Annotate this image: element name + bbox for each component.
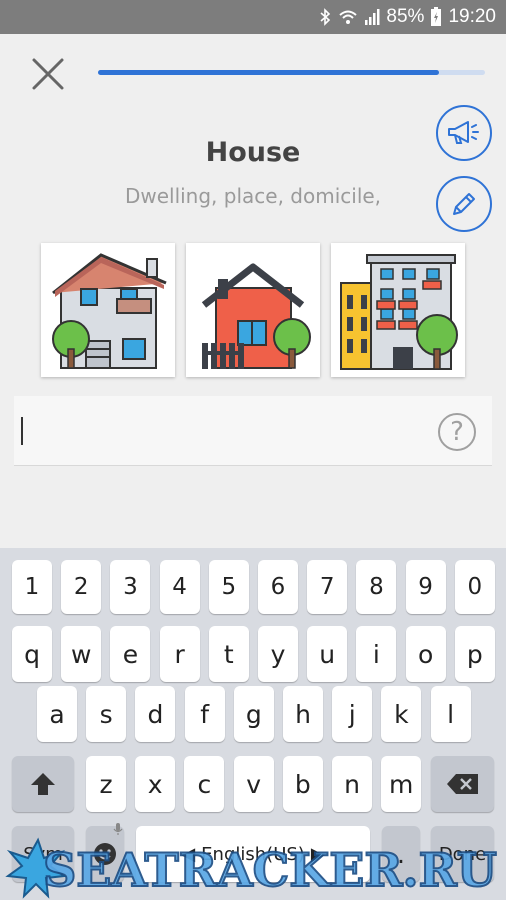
image-card-red-cottage[interactable] <box>186 243 320 377</box>
wifi-icon <box>338 8 358 26</box>
key-w[interactable]: w <box>61 626 102 682</box>
mic-icon <box>108 822 128 836</box>
key-q[interactable]: q <box>12 626 52 682</box>
word-synonyms: Dwelling, place, domicile, <box>124 184 382 208</box>
on-screen-keyboard: Sym ◀ English(US) ▶ . Done 1234567890 qwe… <box>0 548 506 900</box>
key-6[interactable]: 6 <box>258 560 298 614</box>
key-8[interactable]: 8 <box>356 560 397 614</box>
key-7[interactable]: 7 <box>307 560 348 614</box>
key-0[interactable]: 0 <box>454 560 495 614</box>
key-u[interactable]: u <box>307 626 348 682</box>
image-card-two-storey-house[interactable] <box>41 243 175 377</box>
key-z[interactable]: z <box>86 756 126 812</box>
period-key[interactable]: . <box>382 826 420 882</box>
key-a[interactable]: a <box>37 686 77 742</box>
lesson-progress-fill <box>98 70 439 75</box>
done-key[interactable]: Done <box>431 826 494 882</box>
key-4[interactable]: 4 <box>159 560 200 614</box>
lesson-screen: House Dwelling, place, domicile, ? <box>0 34 506 548</box>
key-j[interactable]: j <box>332 686 373 742</box>
key-i[interactable]: i <box>356 626 397 682</box>
smiley-icon <box>94 843 116 865</box>
key-p[interactable]: p <box>454 626 495 682</box>
key-2[interactable]: 2 <box>61 560 102 614</box>
close-icon <box>32 58 64 90</box>
key-t[interactable]: t <box>208 626 249 682</box>
red-cottage-image <box>201 263 311 369</box>
status-bar: 85% 19:20 <box>0 0 506 34</box>
key-n[interactable]: n <box>332 756 372 812</box>
space-key[interactable]: ◀ English(US) ▶ <box>136 826 370 882</box>
language-left-arrow-icon: ◀ <box>181 843 196 865</box>
battery-icon <box>430 7 442 27</box>
battery-percent: 85% <box>386 6 425 27</box>
key-9[interactable]: 9 <box>405 560 446 614</box>
key-c[interactable]: c <box>184 756 225 812</box>
backspace-key[interactable] <box>431 756 494 812</box>
apartment-building-image <box>340 254 458 370</box>
key-e[interactable]: e <box>110 626 151 682</box>
key-d[interactable]: d <box>135 686 176 742</box>
key-b[interactable]: b <box>282 756 323 812</box>
two-storey-house-image <box>52 253 167 369</box>
key-h[interactable]: h <box>283 686 323 742</box>
key-v[interactable]: v <box>233 756 274 812</box>
key-s[interactable]: s <box>86 686 127 742</box>
sym-key[interactable]: Sym <box>12 826 74 882</box>
key-x[interactable]: x <box>135 756 176 812</box>
image-card-apartment-building[interactable] <box>331 243 465 377</box>
help-button[interactable]: ? <box>438 413 476 451</box>
lesson-progress-bar <box>98 70 485 75</box>
bluetooth-icon <box>318 8 332 26</box>
key-m[interactable]: m <box>381 756 422 812</box>
key-5[interactable]: 5 <box>208 560 249 614</box>
language-right-arrow-icon: ▶ <box>310 843 325 865</box>
key-k[interactable]: k <box>381 686 422 742</box>
key-g[interactable]: g <box>233 686 274 742</box>
shift-key[interactable] <box>12 756 74 812</box>
key-f[interactable]: f <box>184 686 225 742</box>
word-title: House <box>205 137 301 168</box>
answer-input[interactable]: ? <box>14 396 492 466</box>
text-caret <box>21 417 23 445</box>
signal-icon <box>364 8 380 26</box>
close-button[interactable] <box>28 54 68 94</box>
period-label: . <box>397 839 405 869</box>
question-mark-icon: ? <box>450 417 464 447</box>
key-3[interactable]: 3 <box>110 560 151 614</box>
key-1[interactable]: 1 <box>12 560 52 614</box>
clock: 19:20 <box>448 6 496 27</box>
shift-arrow-icon <box>31 773 55 795</box>
key-y[interactable]: y <box>258 626 298 682</box>
key-r[interactable]: r <box>159 626 200 682</box>
backspace-icon <box>446 774 478 794</box>
key-l[interactable]: l <box>430 686 471 742</box>
language-label: English(US) <box>201 843 305 865</box>
key-o[interactable]: o <box>405 626 446 682</box>
